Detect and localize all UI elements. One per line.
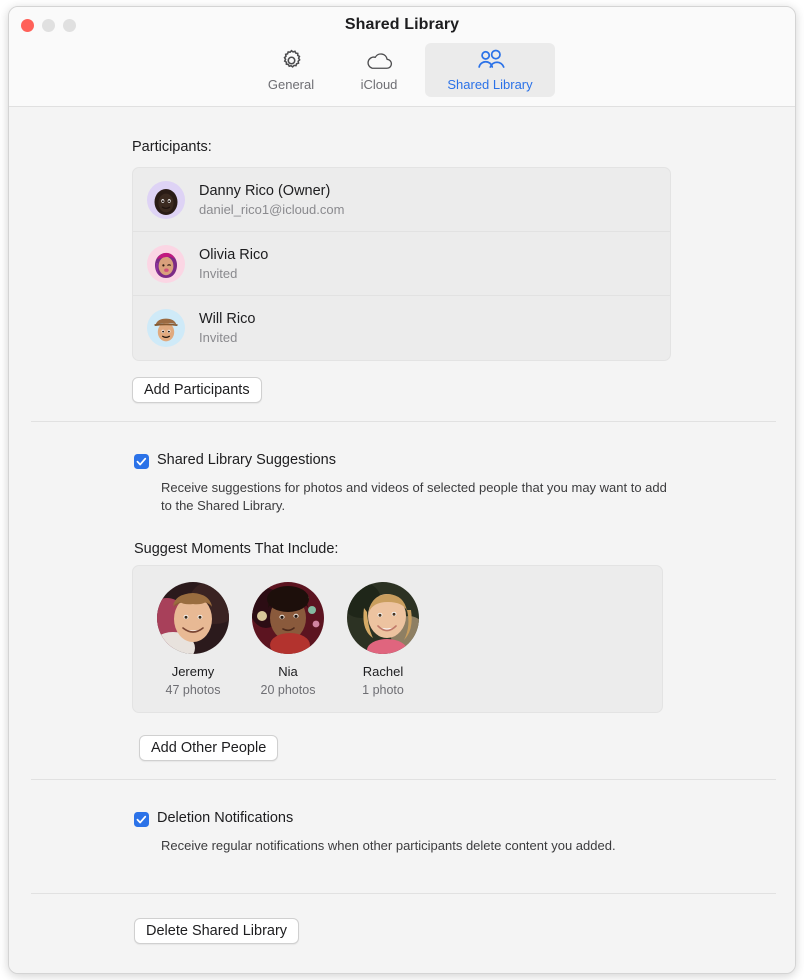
- person-photo-count: 1 photo: [362, 683, 404, 697]
- deletion-notifications-row[interactable]: Deletion Notifications: [134, 810, 293, 827]
- shared-library-suggestions-label: Shared Library Suggestions: [157, 452, 336, 468]
- person-photo-count: 47 photos: [165, 683, 221, 697]
- settings-content: Participants: Danny Rico (Owner) daniel_…: [9, 107, 795, 973]
- deletion-notifications-description: Receive regular notifications when other…: [161, 838, 616, 853]
- person-name: Nia: [278, 664, 298, 679]
- participant-name: Olivia Rico: [199, 246, 269, 263]
- participant-detail: Invited: [199, 330, 238, 345]
- window-title: Shared Library: [344, 16, 460, 33]
- participant-detail: Invited: [199, 265, 238, 281]
- divider: [31, 893, 776, 894]
- suggested-people-panel: Jeremy 47 photos Nia 20 photos Rachel 1 …: [132, 565, 663, 713]
- person-photo-count: 20 photos: [260, 683, 316, 697]
- tab-icloud[interactable]: iCloud: [337, 43, 421, 97]
- cloud-icon: [365, 47, 394, 74]
- suggested-person[interactable]: Nia 20 photos: [251, 582, 325, 712]
- shared-library-suggestions-row[interactable]: Shared Library Suggestions: [134, 452, 336, 469]
- settings-window: Shared Library General iCloud Shared Lib…: [8, 6, 796, 974]
- participant-row[interactable]: Danny Rico (Owner) daniel_rico1@icloud.c…: [133, 168, 670, 232]
- person-photo: [347, 582, 419, 654]
- participant-text: Will Rico Invited: [199, 311, 255, 345]
- add-participants-button[interactable]: Add Participants: [132, 377, 262, 403]
- avatar: [147, 244, 185, 283]
- participant-name: Will Rico: [199, 311, 256, 327]
- delete-shared-library-button[interactable]: Delete Shared Library: [134, 918, 300, 944]
- divider: [31, 421, 776, 422]
- gear-icon: [279, 47, 304, 74]
- participant-text: Danny Rico (Owner) daniel_rico1@icloud.c…: [199, 183, 344, 217]
- participant-detail: daniel_rico1@icloud.com: [199, 201, 345, 217]
- suggest-moments-heading: Suggest Moments That Include:: [134, 541, 339, 557]
- title-bar: Shared Library General iCloud Shared Lib…: [9, 7, 795, 107]
- participant-row[interactable]: Will Rico Invited: [133, 296, 670, 360]
- toolbar-tabs: General iCloud Shared Library: [9, 43, 795, 97]
- checkbox-checked-icon[interactable]: [134, 812, 149, 827]
- deletion-notifications-label: Deletion Notifications: [157, 810, 294, 826]
- person-photo: [157, 582, 229, 654]
- person-name: Rachel: [362, 664, 404, 679]
- shared-library-suggestions-description: Receive suggestions for photos and video…: [161, 480, 667, 514]
- tab-general[interactable]: General: [249, 43, 333, 97]
- tab-shared-library-label: Shared Library: [447, 77, 533, 92]
- person-photo: [252, 582, 324, 654]
- divider: [31, 779, 776, 780]
- tab-general-label: General: [267, 77, 315, 92]
- add-other-people-button[interactable]: Add Other People: [139, 735, 279, 761]
- participant-name: Danny Rico (Owner): [199, 182, 331, 199]
- participant-text: Olivia Rico Invited: [199, 247, 268, 281]
- tab-icloud-label: iCloud: [360, 77, 398, 92]
- checkbox-checked-icon[interactable]: [134, 454, 149, 469]
- participants-list: Danny Rico (Owner) daniel_rico1@icloud.c…: [132, 167, 671, 361]
- participants-heading: Participants:: [132, 139, 212, 155]
- suggested-person[interactable]: Rachel 1 photo: [346, 582, 420, 712]
- avatar: [147, 180, 185, 219]
- person-name: Jeremy: [171, 664, 215, 679]
- people-icon: [475, 47, 506, 74]
- tab-shared-library[interactable]: Shared Library: [425, 43, 555, 97]
- avatar: [147, 309, 185, 347]
- participant-row[interactable]: Olivia Rico Invited: [133, 232, 670, 296]
- suggested-person[interactable]: Jeremy 47 photos: [156, 582, 230, 712]
